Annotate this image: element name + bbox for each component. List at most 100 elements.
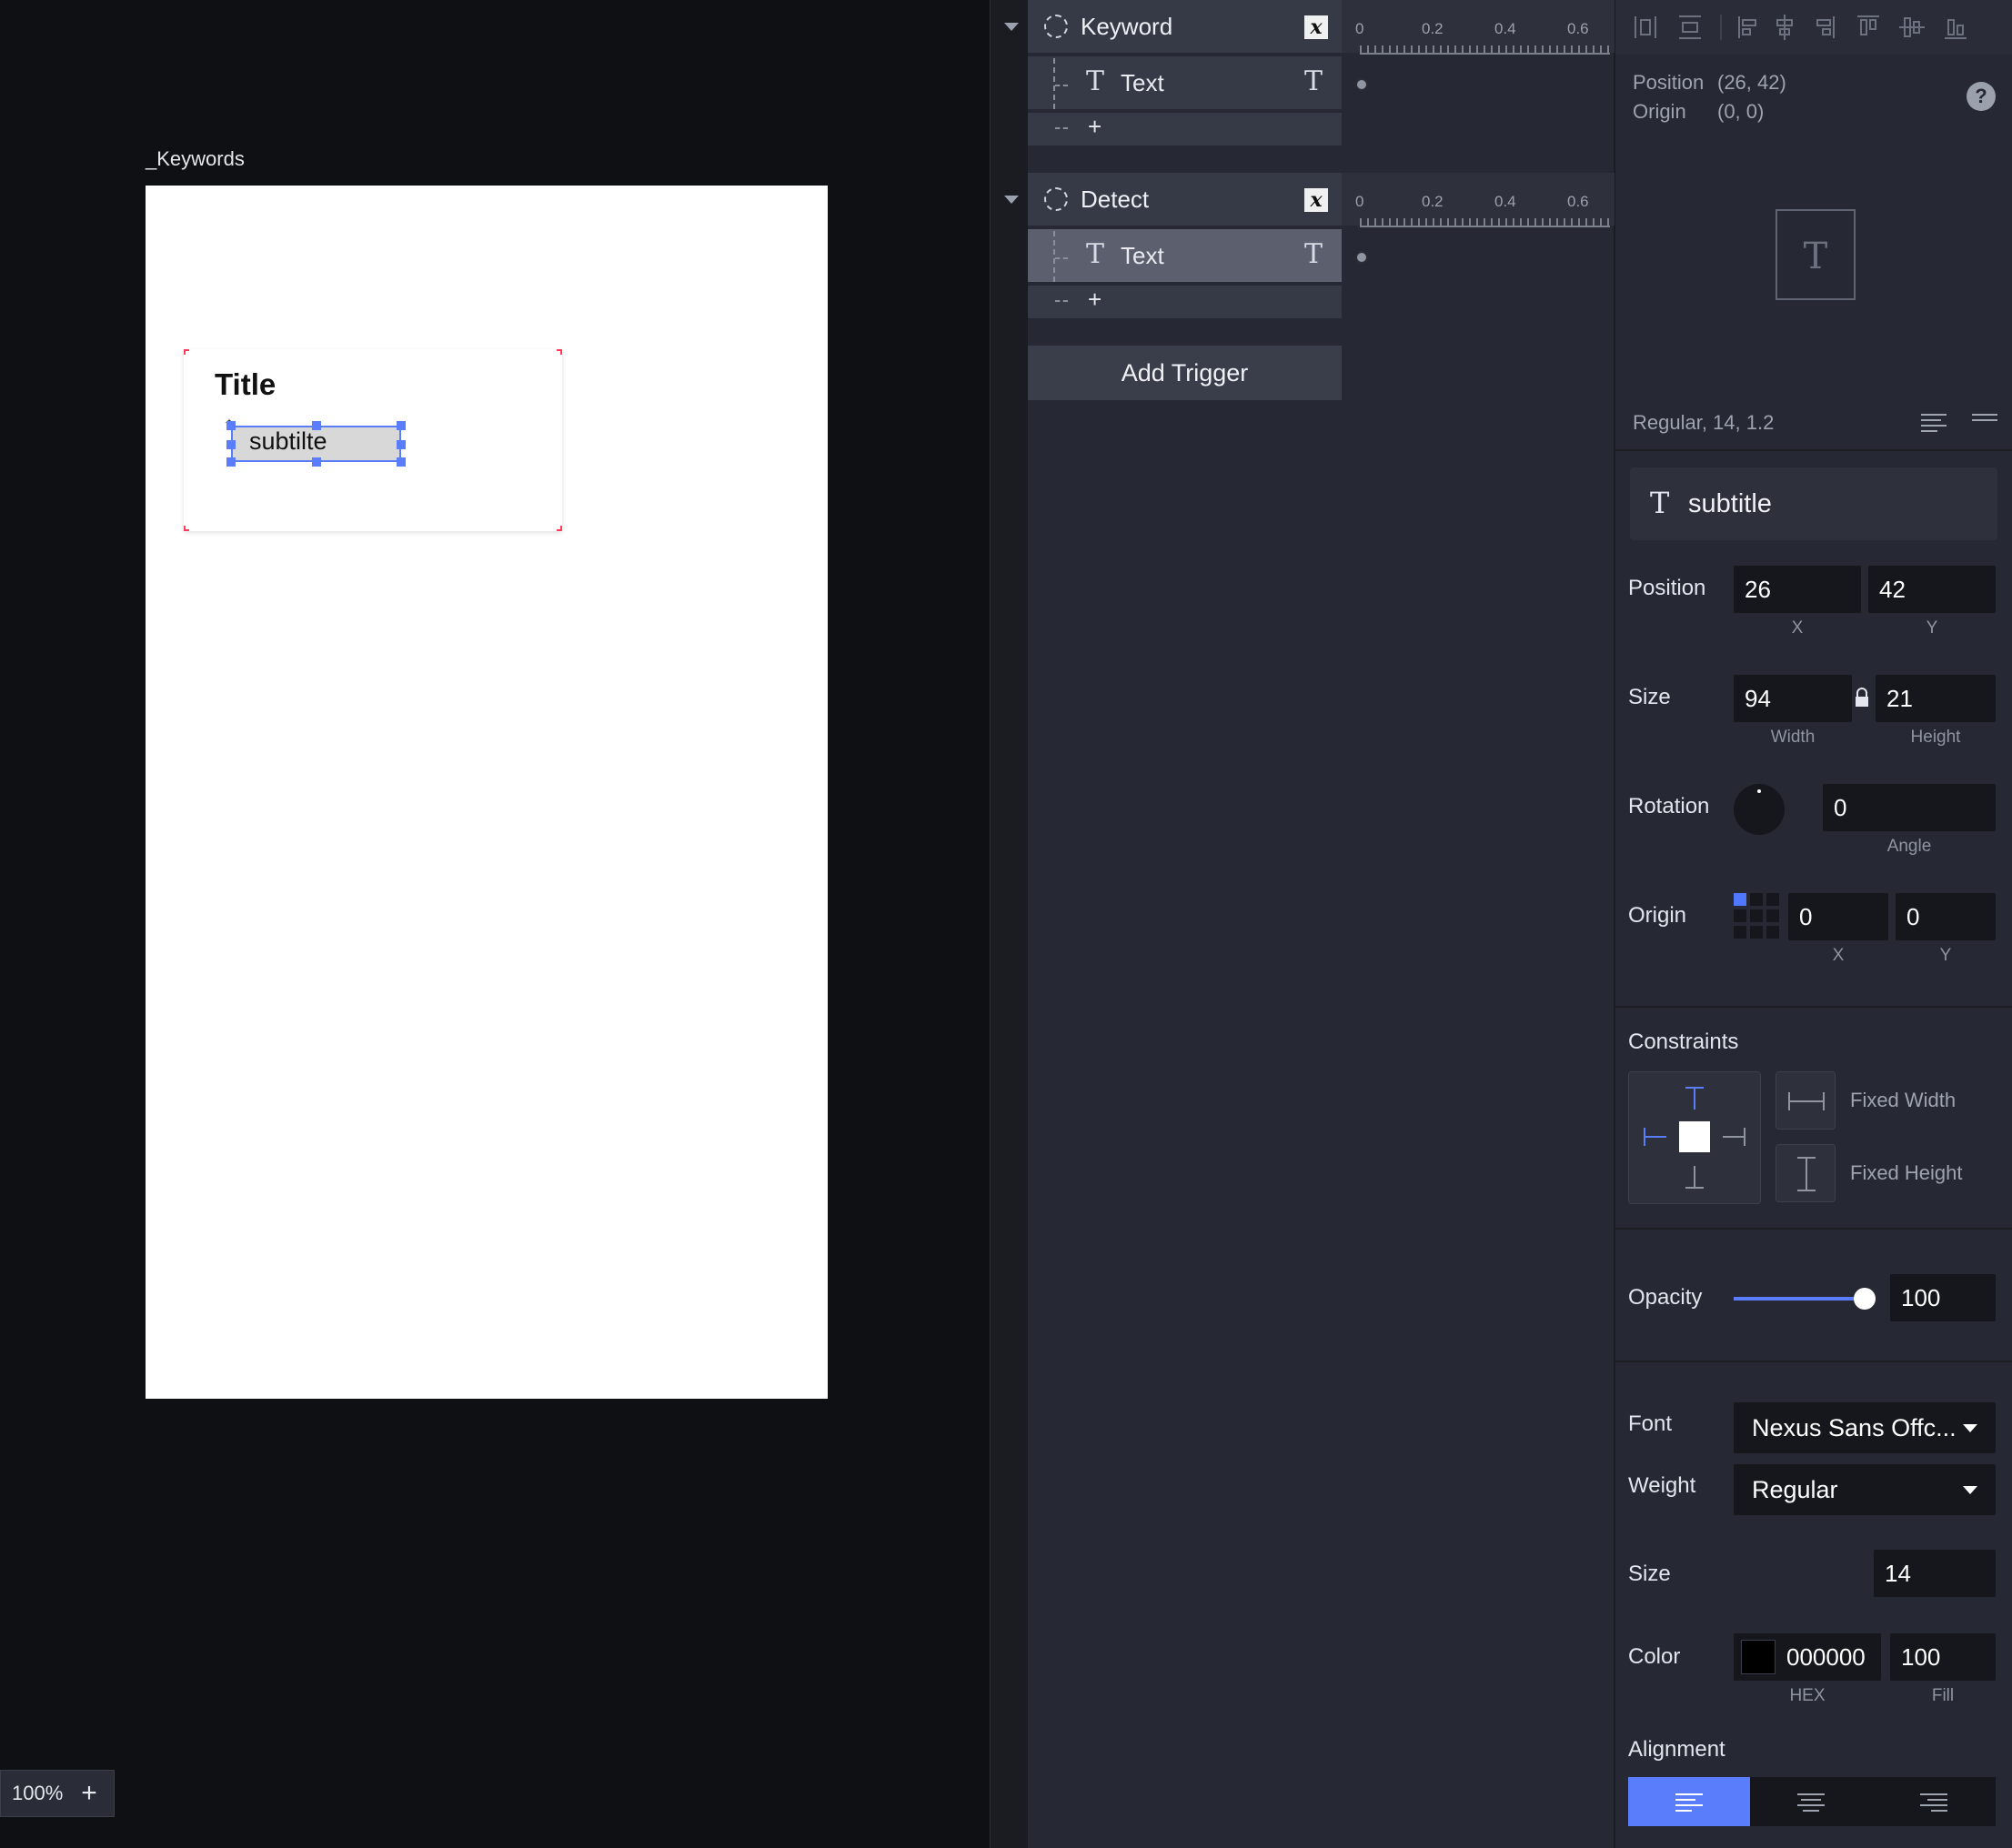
text-align-center-icon — [1797, 1793, 1825, 1812]
lock-icon[interactable] — [1854, 688, 1870, 708]
align-bottom-icon — [1945, 19, 1967, 39]
height-input[interactable]: 21 — [1876, 675, 1996, 722]
collapse-caret-icon[interactable] — [1004, 196, 1019, 204]
collapse-caret-icon[interactable] — [1004, 23, 1019, 31]
align-toolbar-icons — [1635, 15, 1967, 40]
fixed-height-button[interactable] — [1776, 1144, 1836, 1202]
font-size-input[interactable]: 14 — [1874, 1550, 1996, 1597]
keyframe-dot-icon[interactable] — [1355, 251, 1368, 264]
zoom-level[interactable]: 100% — [12, 1782, 63, 1805]
keyframe-dot-icon[interactable] — [1355, 78, 1368, 91]
pin-bottom-icon — [1685, 1166, 1704, 1189]
origin-y-input[interactable]: 0 — [1896, 893, 1996, 940]
align-left-icon — [1738, 16, 1756, 38]
color-fill-input[interactable]: 100 — [1890, 1633, 1996, 1681]
resize-handle-right[interactable] — [397, 440, 406, 449]
rotation-dial[interactable] — [1734, 784, 1785, 835]
font-label: Font — [1628, 1411, 1673, 1436]
align-center-vertical-icon — [1899, 17, 1925, 37]
font-dropdown[interactable]: Nexus Sans Offc... — [1734, 1402, 1996, 1453]
resize-handle-left[interactable] — [226, 440, 236, 449]
add-child-row[interactable] — [1028, 286, 1342, 318]
add-child-icon[interactable]: + — [1088, 113, 1102, 141]
trigger-name: Detect — [1081, 186, 1150, 213]
add-child-row[interactable] — [1028, 113, 1342, 146]
opacity-slider-track[interactable] — [1734, 1288, 1876, 1310]
color-swatch[interactable] — [1741, 1640, 1776, 1674]
origin-x-caption: X — [1832, 946, 1845, 965]
fixed-height-label[interactable]: Fixed Height — [1850, 1161, 1963, 1185]
width-input[interactable]: 94 — [1734, 675, 1852, 722]
text-type-icon[interactable]: T — [1304, 65, 1323, 97]
tree-connector — [1055, 300, 1068, 302]
angle-input[interactable]: 0 — [1823, 784, 1996, 831]
text-type-icon[interactable]: T — [1304, 238, 1323, 270]
position-label: Position — [1628, 576, 1706, 600]
tree-connector — [1055, 127, 1068, 129]
constraints-pins[interactable] — [1628, 1071, 1761, 1204]
text-layer-icon: T — [1086, 238, 1105, 270]
resize-handle-bottom[interactable] — [312, 457, 321, 467]
trigger-row-keyword[interactable] — [1028, 0, 1342, 53]
line-spacing-icon — [1972, 414, 1997, 421]
trigger-row-detect[interactable] — [1028, 173, 1342, 226]
trigger-child-row-selected[interactable] — [1028, 229, 1342, 282]
position-x-caption: X — [1791, 618, 1804, 638]
ruler-tick-label: 0 — [1355, 193, 1364, 210]
tree-connector — [1055, 85, 1068, 86]
ruler-tick-label: 0.2 — [1422, 20, 1444, 37]
size-label: Size — [1628, 685, 1671, 709]
text-style-icons — [1921, 414, 1997, 432]
text-align-left-icon — [1675, 1793, 1703, 1812]
distribute-horizontal-icon — [1635, 16, 1656, 38]
ruler-tick-label: 0.6 — [1567, 20, 1589, 37]
zoom-control[interactable]: 100% + — [0, 1770, 115, 1817]
info-position-value: (26, 42) — [1717, 71, 1786, 94]
opacity-slider-thumb[interactable] — [1854, 1288, 1876, 1310]
fixed-width-button[interactable] — [1776, 1071, 1836, 1130]
add-trigger-button[interactable]: Add Trigger — [1028, 346, 1342, 400]
fixed-height-icon — [1797, 1157, 1816, 1191]
layer-name[interactable]: subtitle — [1688, 489, 1772, 519]
add-child-icon[interactable]: + — [1088, 286, 1102, 314]
card-corner-mark — [184, 349, 189, 355]
position-y-caption: Y — [1926, 618, 1938, 638]
color-hex-field[interactable]: 000000 — [1734, 1633, 1881, 1681]
layer-name-box[interactable] — [1630, 467, 1997, 540]
selected-text-content[interactable]: subtilte — [249, 427, 327, 456]
align-center-horizontal-icon — [1776, 15, 1793, 40]
divider — [1615, 1361, 2012, 1362]
trigger-child-row[interactable] — [1028, 56, 1342, 109]
artboard-label[interactable]: _Keywords — [146, 147, 245, 171]
zoom-in-icon[interactable]: + — [81, 1780, 97, 1807]
variable-x-icon[interactable]: x — [1304, 15, 1328, 39]
text-align-right-icon — [1920, 1793, 1947, 1812]
ruler-tick-label: 0.4 — [1494, 20, 1516, 37]
align-right-button[interactable] — [1872, 1777, 1996, 1826]
ruler-ticks — [1360, 45, 1610, 55]
weight-dropdown[interactable]: Regular — [1734, 1464, 1996, 1515]
fixed-width-label[interactable]: Fixed Width — [1850, 1089, 1956, 1112]
timeline-panel[interactable] — [1342, 0, 1615, 1848]
variable-x-icon[interactable]: x — [1304, 188, 1328, 212]
help-icon[interactable]: ? — [1967, 82, 1996, 111]
resize-handle-top[interactable] — [312, 421, 321, 430]
origin-x-input[interactable]: 0 — [1788, 893, 1888, 940]
card-title-text[interactable]: Title — [215, 367, 276, 402]
resize-handle-bottom-right[interactable] — [397, 457, 406, 467]
align-center-button[interactable] — [1750, 1777, 1872, 1826]
ruler-tick-label: 0.2 — [1422, 193, 1444, 210]
position-y-input[interactable]: 42 — [1868, 566, 1996, 613]
resize-handle-top-right[interactable] — [397, 421, 406, 430]
align-right-icon — [1816, 16, 1835, 38]
align-left-button[interactable] — [1628, 1777, 1750, 1826]
color-hex-value[interactable]: 000000 — [1786, 1643, 1866, 1672]
constraints-label: Constraints — [1628, 1029, 1739, 1054]
opacity-input[interactable]: 100 — [1890, 1274, 1996, 1321]
trigger-icon — [1044, 15, 1068, 38]
origin-grid-icon[interactable] — [1734, 893, 1781, 939]
weight-value: Regular — [1752, 1475, 1838, 1503]
resize-handle-top-left[interactable] — [226, 421, 236, 430]
resize-handle-bottom-left[interactable] — [226, 457, 236, 467]
position-x-input[interactable]: 26 — [1734, 566, 1861, 613]
